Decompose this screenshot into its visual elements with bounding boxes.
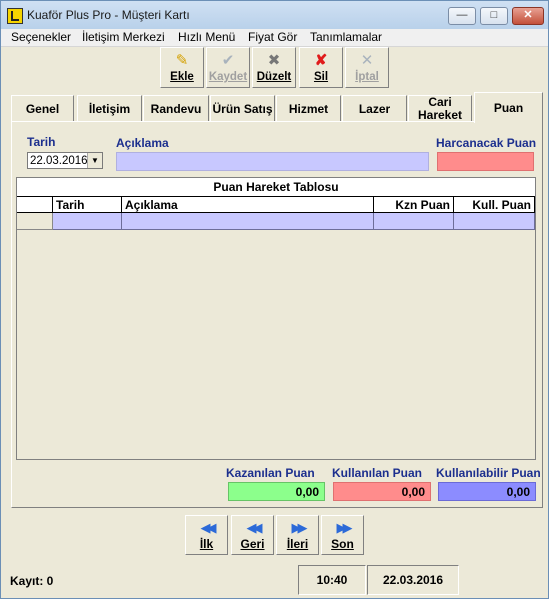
menu-hizli-menu[interactable]: Hızlı Menü [178, 30, 235, 44]
add-button[interactable]: ✎ Ekle [160, 47, 204, 88]
checkmark-icon: ✔ [221, 52, 235, 69]
next-record-button[interactable]: ▶▶ İleri [276, 515, 319, 555]
used-points-label: Kullanılan Puan [332, 466, 423, 480]
points-to-spend-input[interactable] [437, 152, 534, 171]
first-label: İlk [199, 537, 214, 551]
tab-hizmet[interactable]: Hizmet [276, 95, 341, 122]
cancel-label: İptal [355, 71, 379, 83]
tab-strip: Genel İletişim Randevu Ürün Satış Hizmet… [11, 92, 543, 123]
title-bar: Kuaför Plus Pro - Müşteri Kartı — □ ✕ [1, 1, 548, 30]
menu-secenekler[interactable]: Seçenekler [11, 30, 71, 44]
cancel-icon: ✕ [360, 52, 374, 69]
next-label: İleri [286, 537, 309, 551]
save-label: Kaydet [208, 71, 248, 83]
cancel-button[interactable]: ✕ İptal [345, 47, 389, 88]
pencil-icon: ✎ [175, 52, 189, 69]
chevron-down-icon[interactable]: ▼ [87, 153, 102, 168]
delete-label: Sil [313, 71, 329, 83]
tab-urun-satis[interactable]: Ürün Satış [210, 95, 275, 122]
table-cell[interactable] [374, 213, 454, 230]
date-label: Tarih [27, 135, 56, 149]
edit-button[interactable]: ✖ Düzelt [252, 47, 296, 88]
status-date: 22.03.2016 [367, 565, 459, 595]
menu-fiyat-gor[interactable]: Fiyat Gör [248, 30, 297, 44]
add-label: Ekle [170, 71, 194, 83]
tab-cari-hareket[interactable]: Cari Hareket [408, 95, 472, 122]
tools-icon: ✖ [267, 52, 281, 69]
earned-points-value: 0,00 [228, 482, 325, 501]
column-header-aciklama[interactable]: Açıklama [122, 197, 374, 213]
last-record-button[interactable]: ▶▶ Son [321, 515, 364, 555]
edit-label: Düzelt [256, 71, 292, 83]
record-count: Kayıt: 0 [10, 574, 54, 588]
column-header-kzn-puan[interactable]: Kzn Puan [374, 197, 454, 213]
delete-icon: ✘ [314, 52, 328, 69]
table-title: Puan Hareket Tablosu [17, 178, 535, 197]
maximize-button[interactable]: □ [480, 7, 508, 25]
delete-button[interactable]: ✘ Sil [299, 47, 343, 88]
minimize-button[interactable]: — [448, 7, 476, 25]
right-icon: ▶▶ [291, 520, 308, 535]
menu-tanimlamalar[interactable]: Tanımlamalar [310, 30, 382, 44]
column-header-kull-puan[interactable]: Kull. Puan [454, 197, 535, 213]
points-to-spend-label: Harcanacak Puan [436, 136, 537, 150]
date-value: 22.03.2016 [30, 155, 88, 167]
previous-record-button[interactable]: ◀◀ Geri [231, 515, 274, 555]
tab-genel[interactable]: Genel [11, 95, 74, 122]
table-cell[interactable] [454, 213, 535, 230]
row-indicator-header [17, 197, 53, 213]
menu-bar: Seçenekler İletişim Merkezi Hızlı Menü F… [1, 29, 548, 47]
available-points-label: Kullanılabilir Puan [436, 466, 541, 480]
double-left-icon: ◀◀ [200, 520, 217, 535]
close-button[interactable]: ✕ [512, 7, 544, 25]
window-title: Kuaför Plus Pro - Müşteri Kartı [27, 8, 190, 22]
points-table: Puan Hareket Tablosu Tarih Açıklama Kzn … [16, 177, 536, 460]
app-icon [7, 8, 23, 24]
menu-iletisim-merkezi[interactable]: İletişim Merkezi [82, 30, 165, 44]
row-indicator[interactable] [17, 213, 53, 230]
prev-label: Geri [240, 537, 265, 551]
last-label: Son [331, 537, 354, 551]
double-right-icon: ▶▶ [336, 520, 353, 535]
available-points-value: 0,00 [438, 482, 536, 501]
tab-iletisim[interactable]: İletişim [77, 95, 142, 122]
table-cell[interactable] [122, 213, 374, 230]
table-cell[interactable] [53, 213, 122, 230]
description-input[interactable] [116, 152, 429, 171]
tab-randevu[interactable]: Randevu [143, 95, 209, 122]
status-time: 10:40 [298, 565, 366, 595]
first-record-button[interactable]: ◀◀ İlk [185, 515, 228, 555]
used-points-value: 0,00 [333, 482, 431, 501]
tab-lazer[interactable]: Lazer [342, 95, 407, 122]
date-picker[interactable]: 22.03.2016 ▼ [27, 152, 103, 169]
save-button[interactable]: ✔ Kaydet [206, 47, 250, 88]
earned-points-label: Kazanılan Puan [226, 466, 315, 480]
column-header-tarih[interactable]: Tarih [53, 197, 122, 213]
tab-puan[interactable]: Puan [474, 92, 543, 123]
left-icon: ◀◀ [246, 520, 263, 535]
description-label: Açıklama [116, 136, 169, 150]
main-window: Kuaför Plus Pro - Müşteri Kartı — □ ✕ Se… [0, 0, 549, 599]
